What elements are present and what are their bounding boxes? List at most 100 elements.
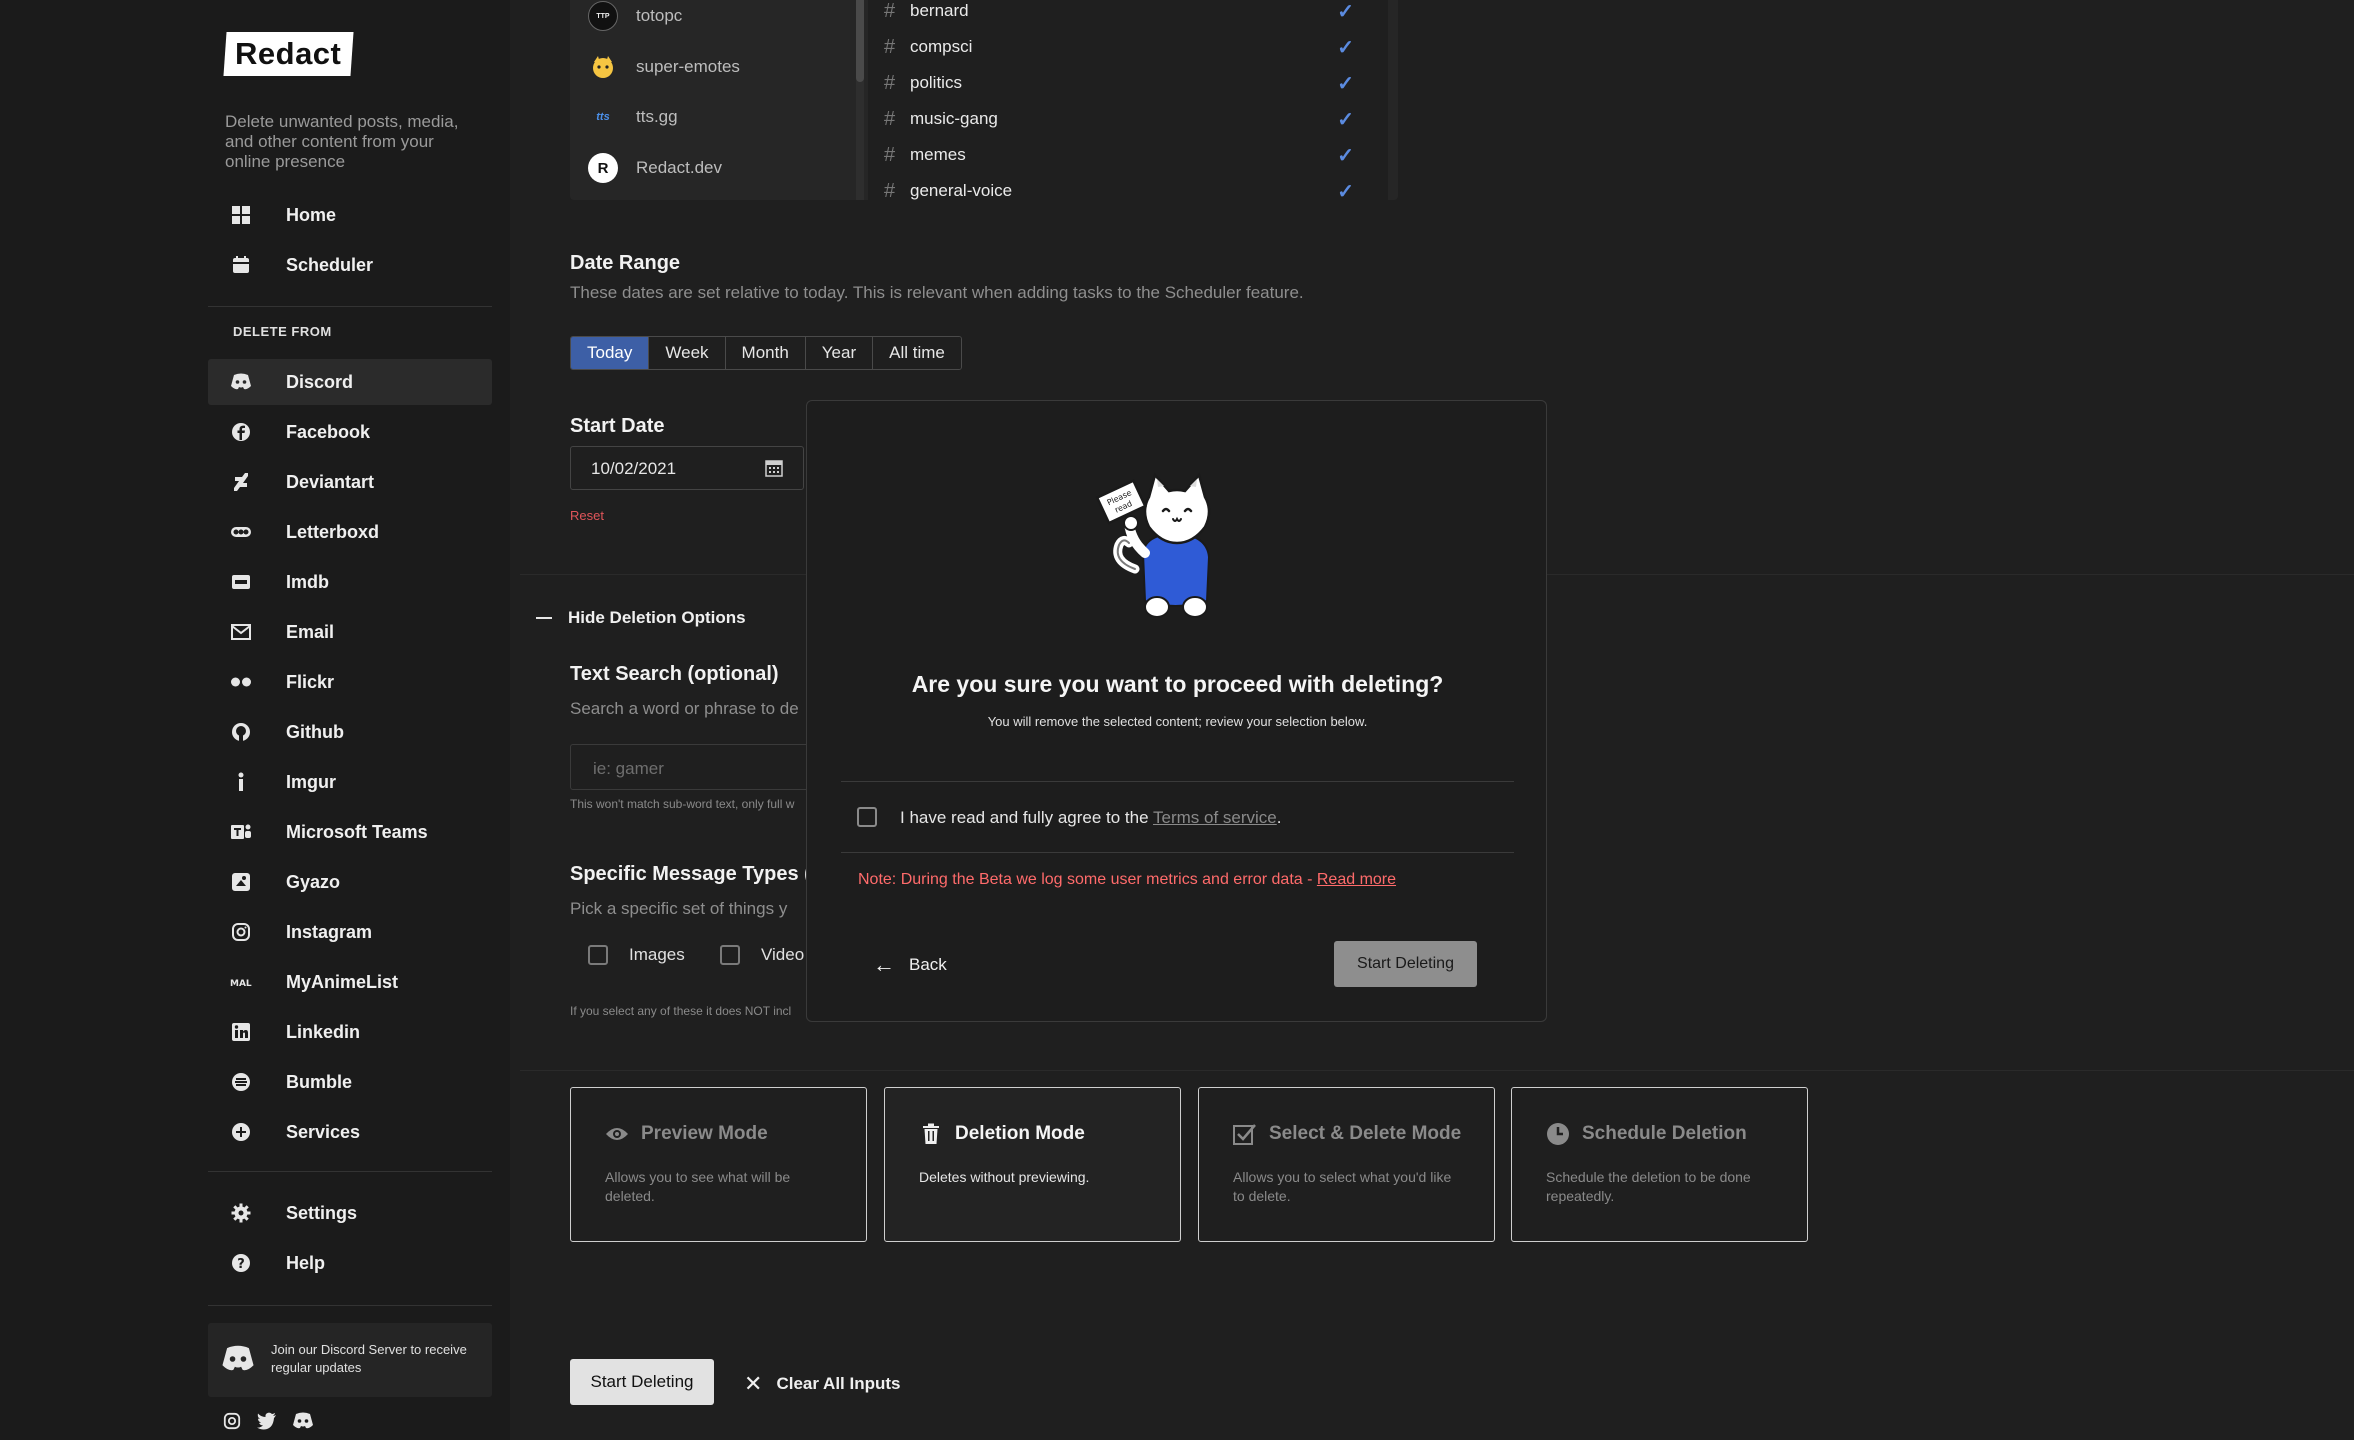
- nav-label: Github: [286, 721, 344, 742]
- divider: [208, 306, 492, 307]
- nav-discord[interactable]: Discord: [208, 359, 492, 405]
- section-title: DELETE FROM: [233, 324, 332, 339]
- images-label: Images: [629, 945, 685, 964]
- text-search-title: Text Search (optional): [570, 663, 779, 685]
- calendar-icon: [230, 254, 252, 276]
- redact-logo[interactable]: Redact: [223, 32, 354, 76]
- nav-email[interactable]: Email: [208, 609, 492, 655]
- scrollbar-thumb[interactable]: [856, 0, 864, 82]
- date-range-subtitle: These dates are set relative to today. T…: [570, 283, 1304, 302]
- channel-item[interactable]: # compsci ✓: [884, 31, 1374, 63]
- video-checkbox[interactable]: [720, 945, 740, 965]
- nav-flickr[interactable]: Flickr: [208, 659, 492, 705]
- gyazo-icon: [230, 871, 252, 893]
- text-search-input[interactable]: ie: gamer: [570, 744, 810, 790]
- tab-all-time[interactable]: All time: [873, 337, 961, 369]
- discord-icon[interactable]: [292, 1412, 314, 1434]
- instagram-icon[interactable]: [223, 1412, 245, 1434]
- modal-start-deleting-button[interactable]: Start Deleting: [1334, 941, 1477, 987]
- teams-icon: [230, 821, 252, 843]
- discord-icon: [220, 1345, 256, 1378]
- images-checkbox[interactable]: [588, 945, 608, 965]
- server-item[interactable]: super-emotes: [588, 50, 740, 84]
- divider: [208, 1171, 492, 1172]
- nav-settings[interactable]: Settings: [208, 1190, 492, 1236]
- start-date-input[interactable]: 10/02/2021: [570, 446, 804, 490]
- toggle-label: Hide Deletion Options: [568, 608, 746, 627]
- channel-item[interactable]: # general-voice ✓: [884, 175, 1374, 207]
- imgur-icon: [230, 771, 252, 793]
- channel-item[interactable]: # memes ✓: [884, 139, 1374, 171]
- tab-week[interactable]: Week: [649, 337, 726, 369]
- nav-imgur[interactable]: Imgur: [208, 759, 492, 805]
- nav-imdb[interactable]: Imdb: [208, 559, 492, 605]
- mode-card-schedule[interactable]: Schedule Deletion Schedule the deletion …: [1511, 1087, 1808, 1242]
- channel-name: memes: [910, 145, 966, 164]
- nav-letterboxd[interactable]: Letterboxd: [208, 509, 492, 555]
- channel-item[interactable]: # bernard ✓: [884, 0, 1374, 27]
- server-item[interactable]: TTP totopc: [588, 0, 682, 33]
- beta-note: Note: During the Beta we log some user m…: [858, 871, 1396, 889]
- read-more-link[interactable]: Read more: [1317, 871, 1396, 888]
- checkbox-icon: [1233, 1122, 1257, 1146]
- nav-linkedin[interactable]: Linkedin: [208, 1009, 492, 1055]
- server-avatar: TTP: [588, 1, 618, 31]
- github-icon: [230, 721, 252, 743]
- nav-label: Letterboxd: [286, 521, 380, 542]
- channel-item[interactable]: # politics ✓: [884, 67, 1374, 99]
- nav-label: Scheduler: [286, 254, 374, 275]
- mode-title: Select & Delete Mode: [1269, 1123, 1462, 1144]
- server-item[interactable]: tts tts.gg: [588, 100, 677, 134]
- nav-deviantart[interactable]: Deviantart: [208, 459, 492, 505]
- tab-today[interactable]: Today: [571, 337, 650, 369]
- mode-title: Preview Mode: [641, 1123, 768, 1144]
- search-placeholder: ie: gamer: [593, 759, 664, 778]
- hash-icon: #: [884, 179, 896, 202]
- note-text: Note: During the Beta we log some user m…: [858, 871, 1317, 888]
- hide-deletion-options-toggle[interactable]: Hide Deletion Options: [536, 608, 746, 628]
- reset-link[interactable]: Reset: [570, 508, 604, 523]
- join-discord-banner[interactable]: Join our Discord Server to receive regul…: [208, 1323, 492, 1397]
- gear-icon: [230, 1202, 252, 1224]
- channel-name: politics: [910, 73, 962, 92]
- nav-home[interactable]: Home: [208, 192, 492, 238]
- nav-gyazo[interactable]: Gyazo: [208, 859, 492, 905]
- nav-label: Bumble: [286, 1071, 353, 1092]
- mode-description: Allows you to select what you'd like to …: [1233, 1169, 1452, 1204]
- nav-services[interactable]: Services: [208, 1109, 492, 1155]
- eye-icon: [605, 1122, 629, 1146]
- mode-card-preview[interactable]: Preview Mode Allows you to see what will…: [570, 1087, 867, 1242]
- nav-bumble[interactable]: Bumble: [208, 1059, 492, 1105]
- mode-card-deletion[interactable]: Deletion Mode Deletes without previewing…: [884, 1087, 1181, 1242]
- nav-help[interactable]: ? Help: [208, 1240, 492, 1286]
- facebook-icon: [230, 421, 252, 443]
- back-button[interactable]: ← Back: [873, 952, 947, 978]
- tab-year[interactable]: Year: [805, 337, 874, 369]
- calendar-icon[interactable]: [765, 459, 783, 477]
- join-text: Join our Discord Server to receive regul…: [271, 1342, 467, 1375]
- nav-label: Microsoft Teams: [286, 821, 428, 842]
- sidebar: Redact Delete unwanted posts, media, and…: [0, 0, 510, 1440]
- hash-icon: #: [884, 71, 896, 94]
- mode-card-select-delete[interactable]: Select & Delete Mode Allows you to selec…: [1198, 1087, 1495, 1242]
- server-item[interactable]: R Redact.dev: [588, 151, 722, 185]
- nav-facebook[interactable]: Facebook: [208, 409, 492, 455]
- nav-scheduler[interactable]: Scheduler: [208, 242, 492, 288]
- channel-item[interactable]: # music-gang ✓: [884, 103, 1374, 135]
- nav-microsoft-teams[interactable]: Microsoft Teams: [208, 809, 492, 855]
- terms-checkbox[interactable]: [857, 807, 877, 827]
- nav-myanimelist[interactable]: MAL MyAnimeList: [208, 959, 492, 1005]
- start-deleting-button[interactable]: Start Deleting: [570, 1359, 714, 1405]
- twitter-icon[interactable]: [257, 1412, 279, 1434]
- channel-name: compsci: [910, 37, 973, 56]
- mail-icon: [230, 621, 252, 643]
- clear-all-inputs-button[interactable]: ✕ Clear All Inputs: [744, 1371, 901, 1397]
- nav-instagram[interactable]: Instagram: [208, 909, 492, 955]
- nav-github[interactable]: Github: [208, 709, 492, 755]
- plus-circle-icon: [230, 1121, 252, 1143]
- hash-icon: #: [884, 143, 896, 166]
- deviantart-icon: [230, 471, 252, 493]
- terms-of-service-link[interactable]: Terms of service: [1153, 808, 1277, 827]
- hash-icon: #: [884, 35, 896, 58]
- tab-month[interactable]: Month: [725, 337, 806, 369]
